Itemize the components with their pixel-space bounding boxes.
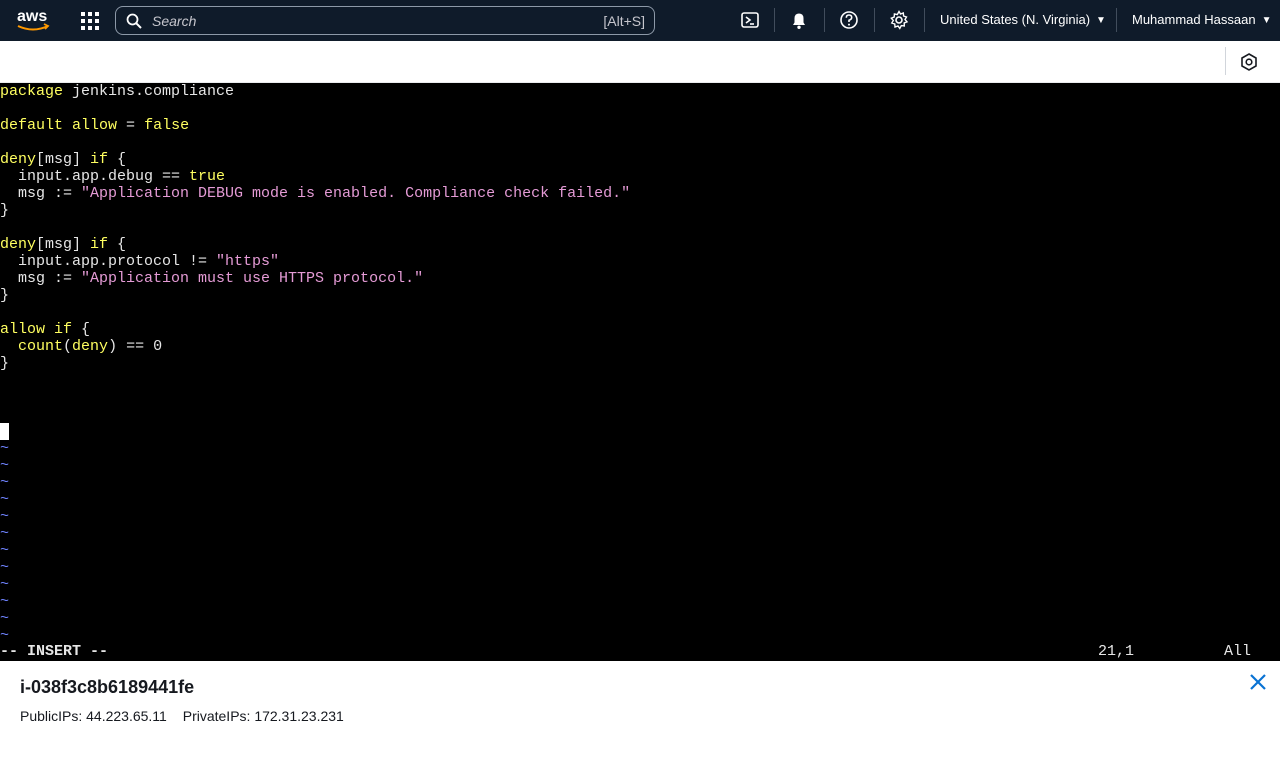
string-token: "Application must use HTTPS protocol." — [81, 270, 424, 287]
text-token: msg := — [0, 185, 82, 202]
caret-down-icon: ▼ — [1261, 15, 1272, 26]
tilde-line: ~ — [0, 508, 10, 525]
keyword-token: deny — [0, 151, 37, 168]
help-icon[interactable] — [839, 10, 859, 30]
search-shortcut-hint: [Alt+S] — [603, 13, 645, 29]
divider — [874, 8, 875, 32]
divider — [1225, 47, 1226, 75]
search-icon — [126, 13, 142, 29]
tilde-line: ~ — [0, 610, 10, 627]
cloudshell-icon[interactable] — [740, 10, 760, 30]
code-line: count(deny) == 0 — [0, 338, 162, 355]
search-input[interactable]: Search [Alt+S] — [115, 6, 655, 35]
aws-logo[interactable]: aws — [16, 7, 50, 33]
divider — [1116, 8, 1117, 32]
code-line: } — [0, 287, 9, 304]
code-line: msg := "Application DEBUG mode is enable… — [0, 185, 630, 202]
keyword-token: true — [189, 168, 226, 185]
cursor-position: 21,1 — [1098, 643, 1135, 660]
keyword-token: default — [0, 117, 64, 134]
divider — [824, 8, 825, 32]
code-line: allow if { — [0, 321, 90, 338]
keyword-token: deny — [0, 236, 37, 253]
public-ips: PublicIPs: 44.223.65.11 — [20, 708, 167, 724]
top-navigation-bar: aws Search [Alt+S] United States (N. Vir… — [0, 0, 1280, 41]
keyword-token: if — [90, 236, 109, 253]
code-line: } — [0, 355, 9, 372]
account-menu[interactable]: Muhammad Hassaan ▼ — [1132, 12, 1271, 27]
tilde-line: ~ — [0, 491, 10, 508]
private-ips: PrivateIPs: 172.31.23.231 — [182, 708, 344, 724]
vim-mode-indicator: -- INSERT -- — [0, 643, 109, 660]
code-line: deny[msg] if { — [0, 236, 126, 253]
keyword-token: package — [0, 83, 64, 100]
tilde-line: ~ — [0, 440, 10, 457]
keyword-token: deny — [72, 338, 109, 355]
keyword-token: if — [90, 151, 109, 168]
string-token: "https" — [216, 253, 280, 270]
settings-icon[interactable] — [889, 10, 909, 30]
text-token: input.app.debug == — [0, 168, 190, 185]
divider — [774, 8, 775, 32]
code-line: deny[msg] if { — [0, 151, 126, 168]
string-token: "Application DEBUG mode is enabled. Comp… — [81, 185, 631, 202]
tilde-line: ~ — [0, 474, 10, 491]
text-token: { — [108, 151, 127, 168]
code-line: input.app.protocol != "https" — [0, 253, 279, 270]
region-selector[interactable]: United States (N. Virginia) ▼ — [940, 12, 1106, 27]
search-placeholder: Search — [152, 13, 197, 29]
tilde-line: ~ — [0, 457, 10, 474]
text-token: jenkins.compliance — [63, 83, 235, 100]
session-toolbar — [0, 41, 1280, 83]
scroll-position: All — [1224, 643, 1252, 660]
text-token: } — [0, 287, 10, 304]
text-token: input.app.protocol != — [0, 253, 217, 270]
code-line: default allow = false — [0, 117, 189, 134]
code-line: msg := "Application must use HTTPS proto… — [0, 270, 423, 287]
text-cursor — [0, 423, 9, 440]
services-grid-icon[interactable] — [80, 11, 100, 31]
text-token: = — [117, 117, 145, 134]
keyword-token: false — [144, 117, 190, 134]
text-token: { — [108, 236, 127, 253]
caret-down-icon: ▼ — [1096, 15, 1106, 26]
divider — [924, 8, 925, 32]
text-token: ) == 0 — [108, 338, 163, 355]
text-token: { — [72, 321, 91, 338]
user-name: Muhammad Hassaan — [1132, 12, 1256, 27]
instance-info-panel: i-038f3c8b6189441fe PublicIPs: 44.223.65… — [0, 661, 1280, 764]
tilde-line: ~ — [0, 525, 10, 542]
tilde-line: ~ — [0, 593, 10, 610]
bell-icon[interactable] — [789, 10, 809, 30]
keyword-token: allow — [0, 321, 46, 338]
svg-text:aws: aws — [17, 8, 47, 25]
text-token: msg := — [0, 270, 82, 287]
text-token: } — [0, 202, 10, 219]
tilde-line: ~ — [0, 542, 10, 559]
keyword-token: allow — [72, 117, 118, 134]
close-icon[interactable] — [1248, 672, 1268, 692]
text-token: } — [0, 355, 10, 372]
ip-addresses: PublicIPs: 44.223.65.11 PrivateIPs: 172.… — [20, 708, 356, 724]
text-token: [msg] — [36, 151, 91, 168]
terminal-vim-editor[interactable]: package jenkins.compliance default allow … — [0, 83, 1280, 661]
instance-id: i-038f3c8b6189441fe — [20, 677, 195, 697]
keyword-token: count — [18, 338, 64, 355]
keyword-token: if — [54, 321, 73, 338]
region-label: United States (N. Virginia) — [940, 12, 1091, 27]
text-token: [msg] — [36, 236, 91, 253]
code-line: } — [0, 202, 9, 219]
code-line: input.app.debug == true — [0, 168, 225, 185]
tilde-line: ~ — [0, 559, 10, 576]
preferences-icon[interactable] — [1239, 52, 1259, 72]
tilde-line: ~ — [0, 627, 10, 644]
text-token: ( — [63, 338, 73, 355]
tilde-line: ~ — [0, 576, 10, 593]
code-line: package jenkins.compliance — [0, 83, 234, 100]
